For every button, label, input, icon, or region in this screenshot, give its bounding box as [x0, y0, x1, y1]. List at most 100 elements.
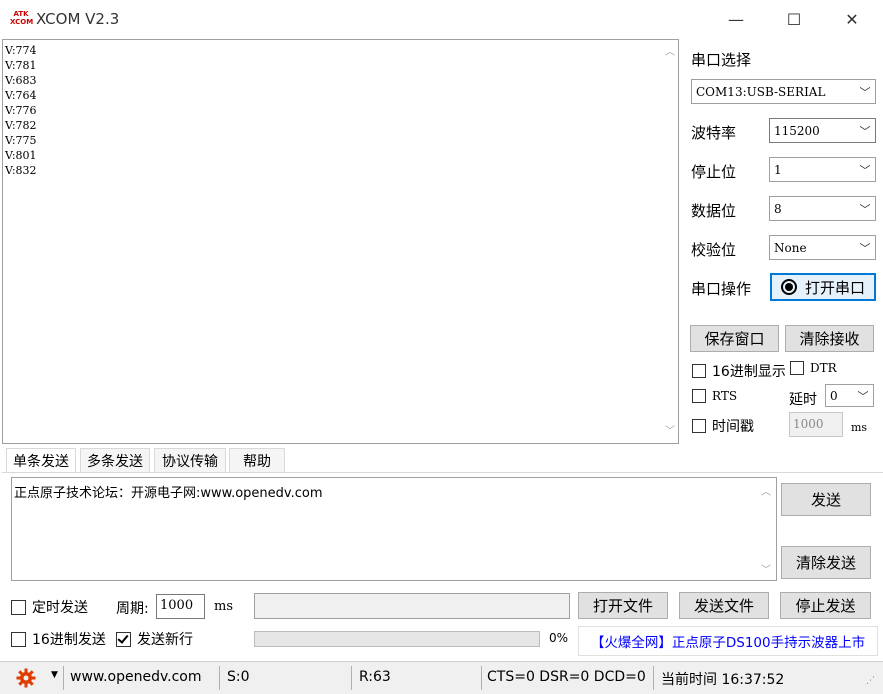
rts-checkbox[interactable]: RTS	[692, 389, 737, 403]
port-select[interactable]: COM13:USB-SERIAL ﹀	[691, 79, 876, 104]
file-path-input[interactable]	[254, 593, 570, 619]
close-button[interactable]: ✕	[823, 0, 881, 38]
parity-select[interactable]: None ﹀	[769, 235, 876, 260]
send-text: 正点原子技术论坛：开源电子网:www.openedv.com	[14, 486, 323, 501]
period-label: 周期:	[116, 601, 149, 617]
scroll-up-icon[interactable]: ︿	[758, 482, 774, 498]
timestamp-label: 时间戳	[712, 419, 754, 435]
tab-protocol[interactable]: 协议传输	[154, 448, 226, 472]
stop-send-button[interactable]: 停止发送	[780, 592, 871, 619]
timestamp-checkbox[interactable]: 时间戳	[692, 416, 754, 436]
baud-label: 波特率	[691, 124, 737, 142]
separator	[63, 666, 64, 690]
port-value: COM13:USB-SERIAL	[696, 84, 826, 99]
chevron-down-icon: ﹀	[859, 124, 871, 138]
dtr-checkbox[interactable]: DTR	[790, 361, 837, 375]
tab-multi-send[interactable]: 多条发送	[80, 448, 150, 472]
separator	[351, 666, 352, 690]
scroll-down-icon[interactable]: ﹀	[662, 423, 678, 439]
timed-send-checkbox[interactable]: 定时发送	[11, 597, 88, 617]
stop-bits-label: 停止位	[691, 163, 737, 181]
stop-bits-select[interactable]: 1 ﹀	[769, 157, 876, 182]
port-label: 串口选择	[691, 51, 752, 69]
status-bar: ▼ www.openedv.com S:0 R:63 CTS=0 DSR=0 D…	[0, 661, 883, 694]
receive-line: V:776	[5, 104, 37, 117]
open-port-label: 打开串口	[804, 278, 865, 297]
receive-line: V:683	[5, 74, 37, 87]
send-button[interactable]: 发送	[781, 483, 871, 516]
send-scrollbar[interactable]: ︿ ﹀	[758, 478, 776, 580]
hex-send-checkbox[interactable]: 16进制发送	[11, 629, 106, 649]
received-count: R:63	[359, 669, 391, 685]
ad-link[interactable]: 【火爆全网】正点原子DS100手持示波器上市	[578, 626, 878, 656]
sent-count: S:0	[227, 669, 250, 685]
receive-textarea[interactable]: V:774 V:781 V:683 V:764 V:776 V:782 V:775 V:801…	[2, 39, 679, 444]
receive-line: V:764	[5, 89, 37, 102]
save-window-button[interactable]: 保存窗口	[690, 325, 779, 352]
send-progress-bar	[254, 631, 540, 647]
send-newline-checkbox[interactable]: 发送新行	[116, 629, 193, 649]
checkbox-box[interactable]	[11, 631, 26, 647]
baud-select[interactable]: 115200 ﹀	[769, 118, 876, 143]
checkbox-box[interactable]	[11, 599, 26, 615]
separator	[481, 666, 482, 690]
open-port-button[interactable]: 打开串口	[770, 273, 876, 301]
timed-send-label: 定时发送	[32, 600, 88, 616]
parity-value: None	[774, 240, 807, 255]
timestamp-ms-label: ms	[851, 421, 868, 434]
dtr-label: DTR	[810, 361, 837, 375]
resize-grip-icon[interactable]: ⋰	[866, 676, 875, 686]
receive-lines: V:774 V:781 V:683 V:764 V:776 V:782 V:775 V:801…	[5, 43, 676, 178]
dropdown-arrow-icon[interactable]: ▼	[51, 670, 58, 680]
checkbox-box[interactable]	[692, 389, 706, 403]
receive-line: V:781	[5, 59, 37, 72]
checkmark-icon[interactable]	[116, 631, 131, 647]
stop-bits-value: 1	[774, 162, 782, 177]
clear-send-button[interactable]: 清除发送	[781, 546, 871, 579]
scroll-down-icon[interactable]: ﹀	[758, 560, 774, 576]
send-textarea[interactable]: 正点原子技术论坛：开源电子网:www.openedv.com ︿ ﹀	[11, 477, 777, 581]
tab-single-send[interactable]: 单条发送	[6, 448, 76, 472]
period-ms-label: ms	[214, 599, 233, 614]
data-bits-label: 数据位	[691, 202, 737, 220]
send-file-button[interactable]: 发送文件	[679, 592, 769, 619]
timestamp-input[interactable]: 1000	[789, 412, 843, 437]
hex-display-label: 16进制显示	[712, 364, 786, 380]
period-input[interactable]: 1000	[156, 594, 205, 619]
checkbox-box[interactable]	[692, 364, 706, 378]
checkbox-box[interactable]	[692, 419, 706, 433]
chevron-down-icon: ﹀	[857, 389, 869, 403]
baud-value: 115200	[774, 123, 820, 138]
open-file-button[interactable]: 打开文件	[578, 592, 668, 619]
delay-select[interactable]: 0 ﹀	[825, 384, 874, 407]
website-link[interactable]: www.openedv.com	[70, 669, 202, 685]
receive-line: V:774	[5, 44, 37, 57]
scroll-up-icon[interactable]: ︿	[662, 44, 678, 60]
data-bits-select[interactable]: 8 ﹀	[769, 196, 876, 221]
clear-receive-button[interactable]: 清除接收	[785, 325, 874, 352]
delay-value: 0	[830, 388, 838, 403]
separator	[219, 666, 220, 690]
receive-line: V:801	[5, 149, 37, 162]
window-title: XCOM V2.3	[36, 10, 120, 28]
maximize-button[interactable]: ☐	[765, 0, 823, 38]
hex-display-checkbox[interactable]: 16进制显示	[692, 361, 786, 381]
rts-label: RTS	[712, 389, 738, 403]
parity-label: 校验位	[691, 241, 737, 259]
receive-line: V:832	[5, 164, 37, 177]
data-bits-value: 8	[774, 201, 782, 216]
separator	[653, 666, 654, 690]
checkbox-box[interactable]	[790, 361, 804, 375]
receive-scrollbar[interactable]: ︿ ﹀	[662, 40, 678, 443]
port-op-label: 串口操作	[691, 280, 752, 298]
gear-icon[interactable]	[16, 668, 36, 688]
record-icon	[780, 279, 797, 295]
progress-label: 0%	[549, 631, 569, 645]
current-time: 当前时间 16:37:52	[661, 672, 785, 688]
receive-line: V:775	[5, 134, 37, 147]
line-status: CTS=0 DSR=0 DCD=0	[487, 669, 646, 685]
chevron-down-icon: ﹀	[859, 163, 871, 177]
minimize-button[interactable]: —	[707, 0, 765, 38]
title-bar: ATK XCOM XCOM V2.3 — ☐ ✕	[0, 0, 883, 38]
tab-help[interactable]: 帮助	[229, 448, 285, 472]
